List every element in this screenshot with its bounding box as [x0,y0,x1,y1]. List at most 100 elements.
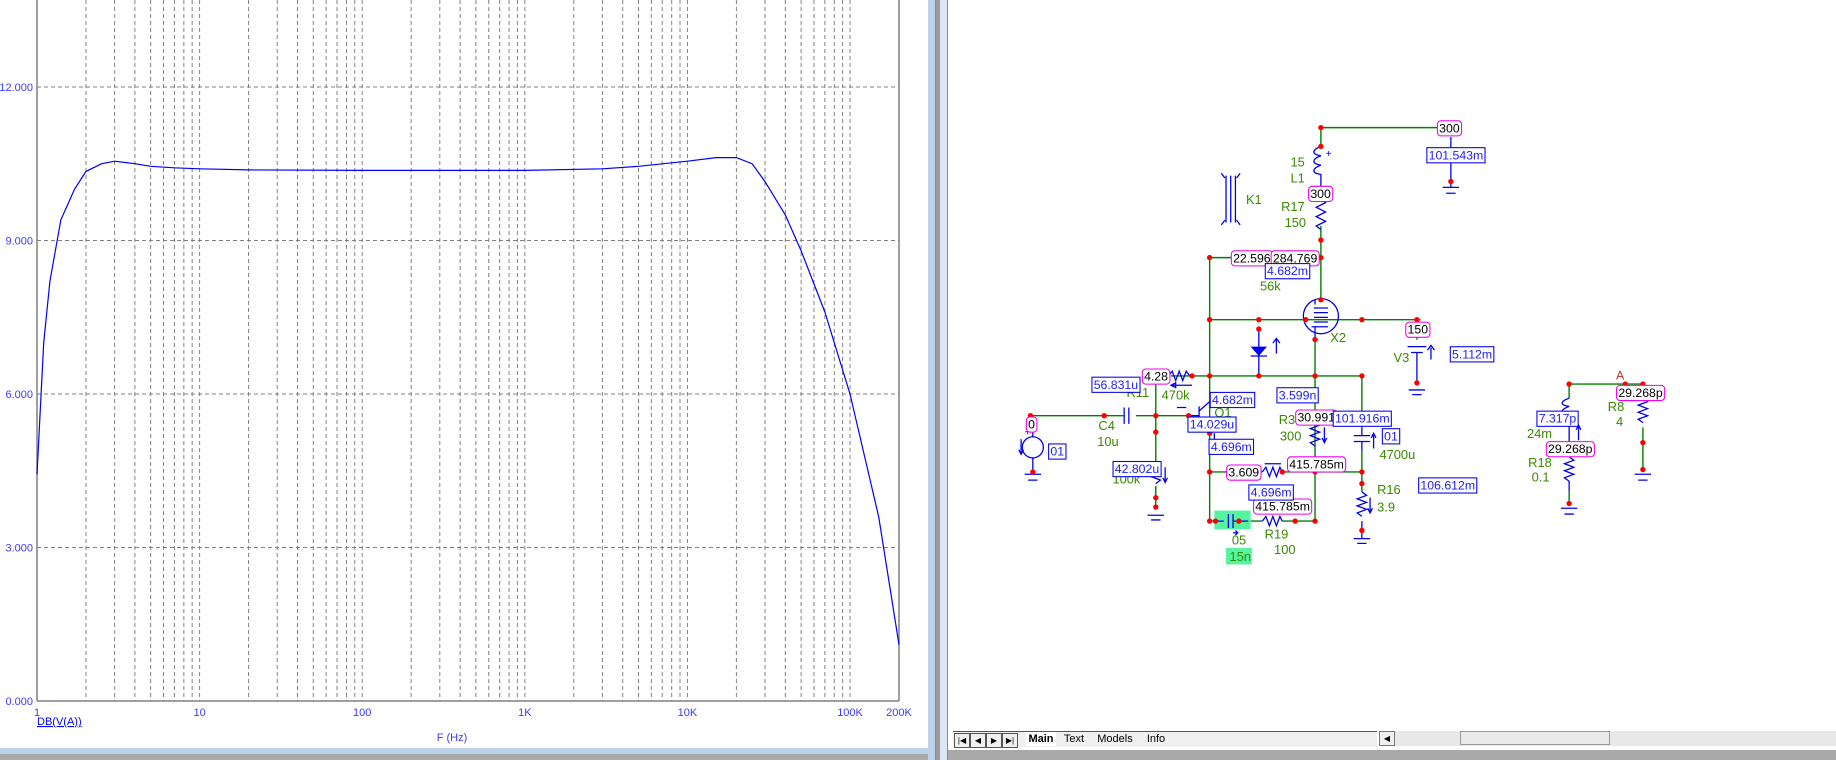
battery-v3 [1407,344,1435,396]
label-l1: L1 [1290,171,1304,186]
label-r17: R17 [1281,199,1305,214]
voltage-probe: 29.268p [1618,386,1663,400]
voltage-probe: 30.991 [1297,411,1335,425]
label-r3-value: 300 [1280,428,1301,443]
voltage-probe: 4.28 [1144,370,1168,384]
scroll-left-arrow-icon[interactable]: ◀ [1379,731,1395,746]
horizontal-scrollbar[interactable]: ◀ [1379,731,1836,746]
current-probe: 4.682m [1212,393,1253,407]
capacitor-4700u [1353,427,1377,451]
label-plus: + [1326,148,1332,160]
current-probe: 7.317p [1539,412,1577,426]
x-tick-label: 100 [353,707,371,719]
label-c5: 05 [1232,533,1246,548]
x-tick-label: 10 [193,707,205,719]
label-r8-value: 4 [1616,414,1623,429]
capacitor-c4 [1123,407,1130,424]
resistor-3609 [1261,463,1283,479]
label-k1: K1 [1246,192,1262,207]
prev-tab-button[interactable]: ◀ [970,733,986,748]
label-r3: R3 [1279,412,1295,427]
scrollbar-thumb[interactable] [1460,731,1610,745]
resistor-r16 [1353,491,1373,544]
current-probe: 101.916m [1335,412,1390,426]
label-r18-value: 0.1 [1532,469,1550,484]
x-tick-label: 100K [837,707,863,719]
resistor-r18 [1562,456,1576,492]
x-tick-label: 10K [678,707,698,719]
current-probe: 4.696m [1251,486,1292,500]
last-tab-button[interactable]: ▶| [1002,733,1018,748]
label-c5-value: 15n [1230,549,1251,564]
label-r16: R16 [1377,482,1401,497]
splitter[interactable] [928,0,948,760]
label-x2: X2 [1330,330,1346,345]
tab-info[interactable]: Info [1141,732,1171,746]
label-24m: 24m [1527,426,1552,441]
schematic-canvas[interactable]: + 15 L1 + K1 R17 150 56k X2 V3 470k C4 1… [948,0,1836,730]
first-tab-button[interactable]: |◀ [954,733,970,748]
voltage-probe: 3.609 [1228,466,1259,480]
resistor-r17 [1314,198,1328,231]
diode [1250,329,1281,376]
x-tick-label: 1K [518,707,532,719]
label-4700u: 4700u [1379,447,1415,462]
series-line-dbva [36,157,900,645]
current-probe: 106.612m [1420,478,1475,492]
current-probe: 3.599n [1279,388,1317,402]
label-56k: 56k [1260,278,1281,293]
y-tick-label: 9.000 [5,235,33,247]
current-probe: 101.543m [1429,148,1484,162]
voltage-probes: 300 300 22.596 284.769 150 4.28 0 30.991… [1025,120,1666,515]
voltage-probe: 415.785m [1289,457,1344,471]
tab-models[interactable]: Models [1091,732,1139,746]
current-probe: 4.682m [1267,264,1308,278]
y-tick-label: 12.000 [0,82,33,94]
chart-grid [37,0,899,701]
voltage-probe: 29.268p [1548,442,1593,456]
current-probe: 01 [1050,445,1064,459]
label-r19: R19 [1265,527,1289,542]
label-470k: 470k [1162,387,1190,402]
label-r16-value: 3.9 [1377,500,1395,515]
current-probe: 5.112m [1452,347,1492,361]
component-labels: 15 L1 + K1 R17 150 56k X2 V3 R11 470k C4… [1097,148,1625,565]
label-c4: C4 [1098,418,1114,433]
y-tick-label: 6.000 [5,389,33,401]
voltage-probe: 415.785m [1255,500,1310,514]
label-r17-value: 150 [1285,215,1306,230]
y-tick-label: 0.000 [5,696,33,708]
label-r18: R18 [1528,455,1552,470]
label-v3: V3 [1393,350,1409,365]
transformer-k1 [1220,172,1241,226]
x-axis-title: F (Hz) [437,732,468,744]
y-tick-label: 3.000 [5,542,33,554]
label-r19-value: 100 [1274,542,1295,557]
current-probe: 14.029u [1190,418,1235,432]
label-r8: R8 [1608,399,1624,414]
tab-main[interactable]: Main [1026,732,1056,746]
current-probe: 4.696m [1211,440,1252,454]
inductor-l1 [1313,145,1322,188]
window-border [0,748,935,754]
resistor-r19 [1261,514,1283,528]
next-tab-button[interactable]: ▶ [986,733,1002,748]
sheet-tab-bar: |◀ ◀ ▶ ▶| Main Text Models Info [953,731,1377,748]
schematic-panel: + 15 L1 + K1 R17 150 56k X2 V3 470k C4 1… [948,0,1836,750]
label-c4-value: 10u [1097,434,1118,449]
current-probe: 42.802u [1115,462,1160,476]
resistor-r11-470k [1168,369,1193,389]
analysis-plot-panel: 0.000 3.000 6.000 9.000 12.000 1 10 100 1K 10K 10… [0,0,928,748]
label-node-a: A [1616,368,1625,382]
voltage-probe: 0 [1028,418,1035,432]
current-probe: 56.831u [1094,378,1139,392]
voltage-probe: 150 [1408,323,1429,337]
label-l1-value: 15 [1290,154,1304,169]
tab-text[interactable]: Text [1059,732,1089,746]
frequency-response-chart: 0.0003.0006.0009.00012.000 1 10 100 1K 10K 10… [0,0,913,744]
curve-label-link[interactable]: DB(V(A)) [37,716,82,728]
x-tick-label: 200K [886,707,912,719]
current-probe: 01 [1384,429,1398,443]
voltage-probe: 300 [1310,187,1331,201]
resistor-r8 [1636,397,1650,424]
